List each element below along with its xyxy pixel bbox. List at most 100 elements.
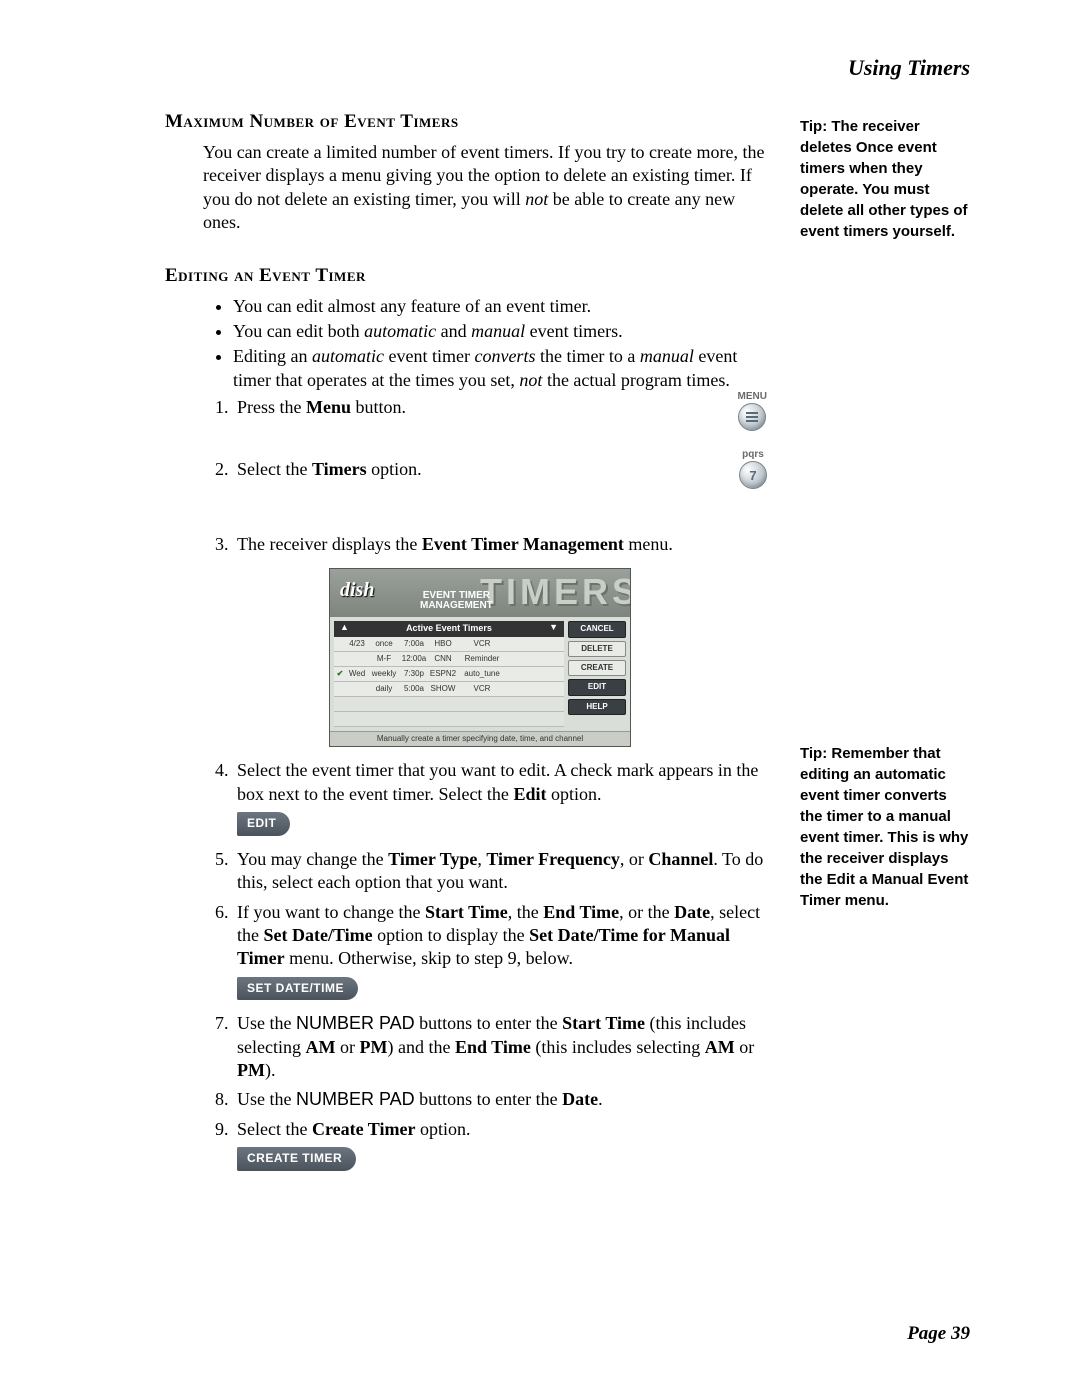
cell: Wed [346,669,368,679]
text: You can edit both [233,321,364,341]
text-bold: Event Timer Management [422,534,624,554]
step-3: The receiver displays the Event Timer Ma… [233,533,767,747]
text: buttons to enter the [415,1089,562,1109]
text-bold: Start Time [425,902,508,922]
sidebar-tips: Tip: The receiver deletes Once event tim… [795,111,970,1183]
table-row: daily 5:00a SHOW VCR [334,682,564,697]
table-header-label: Active Event Timers [406,623,492,633]
section-heading-editing: Editing an Event Timer [165,265,767,287]
section-heading-max-timers: Maximum Number of Event Timers [165,111,767,133]
text-bold: PM [359,1037,387,1057]
text: buttons to enter the [415,1013,562,1033]
step-4: Select the event timer that you want to … [233,759,767,841]
text: , the [508,902,544,922]
cell: 7:00a [400,639,428,649]
text: . [598,1089,603,1109]
text: You may change the [237,849,388,869]
content-columns: MENU pqrs 7 Maximum Number of Event Time… [165,111,970,1183]
text-italic: automatic [364,321,436,341]
text-sans: NUMBER PAD [296,1089,415,1109]
text: option to display the [373,925,530,945]
screenshot-subtitle: EVENT TIMER MANAGEMENT [420,591,493,611]
text: Select the [237,459,312,479]
cell: 7:30p [400,669,428,679]
text-italic: converts [474,346,535,366]
edit-pill-button: EDIT [237,812,290,836]
bullet-item: Editing an automatic event timer convert… [233,345,767,392]
cell: M-F [368,654,400,664]
cell: SHOW [428,684,458,694]
text-bold: PM [237,1060,265,1080]
page-header-title: Using Timers [165,55,970,81]
text: (this includes selecting [531,1037,705,1057]
pqrs-icon-label: pqrs [739,449,767,460]
text-bold: Menu [306,397,351,417]
screenshot-body: ▲ Active Event Timers ▼ 4/23 once 7:00a [330,617,630,731]
text: , or [620,849,649,869]
text-bold: AM [705,1037,735,1057]
cell: ESPN2 [428,669,458,679]
text: option. [415,1119,470,1139]
text-bold: Set Date/Time [264,925,373,945]
cell: once [368,639,400,649]
text: or [335,1037,359,1057]
step-9: Select the Create Timer option. CREATE T… [233,1118,767,1177]
tip-1: Tip: The receiver deletes Once event tim… [800,116,970,242]
seven-round-button: 7 [739,461,767,489]
cell: VCR [458,684,506,694]
cell: 5:00a [400,684,428,694]
screenshot-buttons: CANCEL DELETE CREATE EDIT HELP [568,621,626,727]
text: and [436,321,471,341]
cell: Reminder [458,654,506,664]
text: Use the [237,1013,296,1033]
text: You can edit almost any feature of an ev… [233,296,591,316]
cell: HBO [428,639,458,649]
text-italic: manual [471,321,525,341]
delete-button: DELETE [568,641,626,657]
text: button. [351,397,406,417]
text-italic: manual [640,346,694,366]
text: the timer to a [535,346,639,366]
max-timers-paragraph: You can create a limited number of event… [203,141,767,235]
text: event timers. [525,321,622,341]
text: event timer [384,346,474,366]
text: If you want to change the [237,902,425,922]
table-row-empty [334,697,564,712]
down-arrow-icon: ▼ [549,622,558,634]
check-cell: ✔ [334,669,346,679]
text-sans: NUMBER PAD [296,1013,415,1033]
main-column: MENU pqrs 7 Maximum Number of Event Time… [165,111,767,1183]
text: ) and the [387,1037,454,1057]
active-timers-table: ▲ Active Event Timers ▼ 4/23 once 7:00a [334,621,564,727]
text-italic: not [519,370,542,390]
text: Select the [237,1119,312,1139]
table-row: ✔ Wed weekly 7:30p ESPN2 auto_tune [334,667,564,682]
hamburger-icon [746,412,758,422]
text-bold: Date [562,1089,598,1109]
table-header: ▲ Active Event Timers ▼ [334,621,564,637]
cell: auto_tune [458,669,506,679]
editing-steps: Press the Menu button. Select the Timers… [203,396,767,1177]
text-bold: Edit [513,784,546,804]
editing-bullets: You can edit almost any feature of an ev… [203,295,767,393]
screenshot-header: dish TIMERS EVENT TIMER MANAGEMENT [330,569,630,617]
text: ). [265,1060,276,1080]
text-bold: Timer Type [388,849,477,869]
text: menu. [624,534,673,554]
text-bold: Timers [312,459,367,479]
cancel-button: CANCEL [568,621,626,637]
text: Use the [237,1089,296,1109]
create-button: CREATE [568,660,626,676]
step-7: Use the NUMBER PAD buttons to enter the … [233,1012,767,1082]
text-bold: Date [674,902,710,922]
bullet-item: You can edit both automatic and manual e… [233,320,767,343]
text-bold: Timer Frequency [486,849,620,869]
create-timer-pill-button: CREATE TIMER [237,1147,356,1171]
text-italic: not [525,189,548,209]
table-row: M-F 12:00a CNN Reminder [334,652,564,667]
text: menu. Otherwise, skip to step 9, below. [285,948,573,968]
text: , or the [619,902,674,922]
edit-button: EDIT [568,679,626,695]
text: the actual program times. [542,370,729,390]
text-bold: Start Time [562,1013,645,1033]
